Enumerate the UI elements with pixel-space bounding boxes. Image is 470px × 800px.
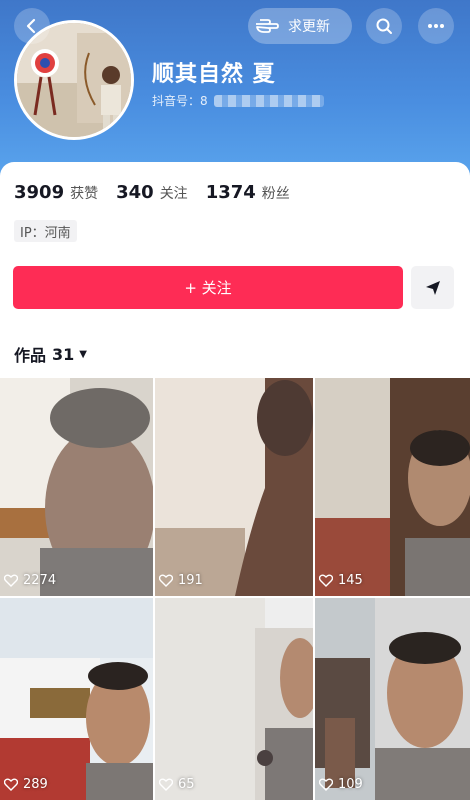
video-tile[interactable]: 109 xyxy=(315,598,470,800)
likes-count: 109 xyxy=(338,777,363,792)
douyin-id-label: 抖音号：8 xyxy=(152,94,208,108)
heart-icon xyxy=(319,574,333,587)
video-likes: 289 xyxy=(4,777,48,792)
heart-icon xyxy=(4,778,18,791)
search-icon xyxy=(376,18,392,34)
heart-icon xyxy=(159,778,173,791)
profile-card: 3909 获赞 340 关注 1374 粉丝 IP：河南 + 关注 作品 31 … xyxy=(0,162,470,378)
request-update-button[interactable]: 求更新 xyxy=(248,8,352,44)
stat-followers[interactable]: 1374 粉丝 xyxy=(206,182,290,203)
pointing-hand-icon xyxy=(256,19,279,33)
works-label: 作品 xyxy=(14,346,47,365)
video-grid: 2274 191 145 289 65 109 xyxy=(0,378,470,800)
video-thumbnail xyxy=(155,598,313,800)
heart-icon xyxy=(319,778,333,791)
profile-stats: 3909 获赞 340 关注 1374 粉丝 xyxy=(14,182,308,203)
share-arrow-icon xyxy=(425,280,440,295)
stat-value: 340 xyxy=(116,182,154,203)
douyin-id-redacted xyxy=(213,94,324,107)
video-likes: 145 xyxy=(319,573,363,588)
request-update-label: 求更新 xyxy=(288,19,330,35)
video-thumbnail xyxy=(315,378,470,596)
stat-value: 1374 xyxy=(205,182,256,203)
follow-button[interactable]: + 关注 xyxy=(13,266,403,309)
douyin-id: 抖音号：8 xyxy=(152,92,324,109)
stat-value: 3909 xyxy=(14,182,65,203)
likes-count: 191 xyxy=(178,573,203,588)
caret-down-icon: ▼ xyxy=(79,348,87,360)
likes-count: 65 xyxy=(178,777,195,792)
video-thumbnail xyxy=(0,378,153,596)
video-tile[interactable]: 65 xyxy=(155,598,313,800)
stat-likes[interactable]: 3909 获赞 xyxy=(14,182,98,203)
search-button[interactable] xyxy=(366,8,402,44)
video-thumbnail xyxy=(0,598,153,800)
video-likes: 191 xyxy=(159,573,203,588)
heart-icon xyxy=(4,574,18,587)
more-icon xyxy=(428,24,444,28)
works-count: 31 xyxy=(52,344,75,364)
ip-location-tag: IP：河南 xyxy=(14,220,77,242)
video-thumbnail xyxy=(155,378,313,596)
likes-count: 2274 xyxy=(23,573,57,588)
video-thumbnail xyxy=(315,598,470,800)
stat-label: 粉丝 xyxy=(261,186,290,202)
back-icon xyxy=(26,18,36,34)
heart-icon xyxy=(159,574,173,587)
video-likes: 2274 xyxy=(4,573,56,588)
video-likes: 109 xyxy=(319,777,363,792)
more-button[interactable] xyxy=(418,8,454,44)
video-tile[interactable]: 2274 xyxy=(0,378,153,596)
video-tile[interactable]: 289 xyxy=(0,598,153,800)
likes-count: 145 xyxy=(338,573,363,588)
tab-works[interactable]: 作品 31 ▼ xyxy=(14,342,87,366)
video-tile[interactable]: 145 xyxy=(315,378,470,596)
video-likes: 65 xyxy=(159,777,195,792)
stat-label: 关注 xyxy=(159,186,188,202)
nickname: 顺其自然 夏 xyxy=(152,62,276,87)
stat-following[interactable]: 340 关注 xyxy=(116,182,188,203)
likes-count: 289 xyxy=(23,777,48,792)
share-button[interactable] xyxy=(411,266,454,309)
stat-label: 获赞 xyxy=(70,186,99,202)
video-tile[interactable]: 191 xyxy=(155,378,313,596)
back-button[interactable] xyxy=(14,8,50,44)
